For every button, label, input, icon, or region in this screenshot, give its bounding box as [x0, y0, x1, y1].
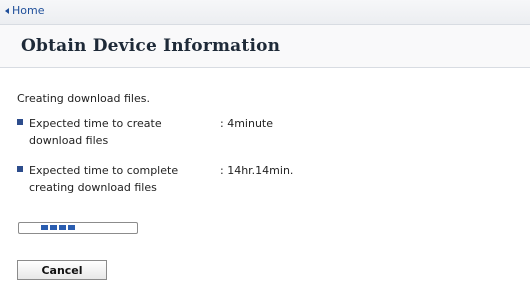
info-label: Expected time to complete creating downl…: [29, 164, 179, 194]
status-message: Creating download files.: [17, 92, 150, 105]
breadcrumb-home-link[interactable]: Home: [5, 4, 44, 17]
progress-segment: [68, 225, 75, 230]
info-label: Expected time to create download files: [29, 117, 162, 147]
left-arrow-icon: [5, 7, 9, 14]
page-title: Obtain Device Information: [21, 36, 281, 56]
title-area: Obtain Device Information: [0, 25, 530, 68]
progress-segment: [59, 225, 66, 230]
info-value: : 4minute: [220, 117, 273, 130]
page: Home Obtain Device Information Creating …: [0, 0, 530, 291]
progress-segment: [41, 225, 48, 230]
progress-indicator: [41, 225, 75, 230]
square-bullet-icon: [17, 166, 23, 172]
breadcrumb-bar: Home: [0, 0, 530, 25]
square-bullet-icon: [17, 119, 23, 125]
cancel-button[interactable]: Cancel: [17, 260, 107, 280]
info-value: : 14hr.14min.: [220, 164, 294, 177]
progress-bar: [18, 222, 138, 234]
breadcrumb-home-label: Home: [12, 4, 45, 17]
progress-segment: [50, 225, 57, 230]
